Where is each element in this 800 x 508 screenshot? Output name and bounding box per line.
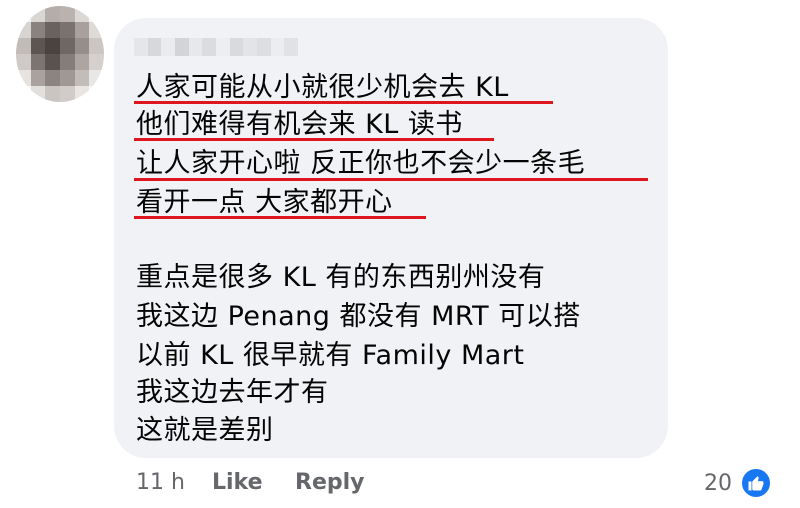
like-button[interactable]: Like [212, 468, 263, 498]
comment-line-5: 重点是很多 KL 有的东西别州没有 [136, 262, 546, 293]
comment-line-8: 我这边去年才有 [136, 377, 329, 408]
comment-line-7: 以前 KL 很早就有 Family Mart [136, 340, 525, 371]
reply-button[interactable]: Reply [295, 468, 365, 498]
comment-bubble: 人家可能从小就很少机会去 KL 他们难得有机会来 KL 读书 让人家开心啦 反正… [114, 18, 668, 458]
comment-line-9: 这就是差别 [136, 415, 274, 446]
comment-line-6: 我这边 Penang 都没有 MRT 可以搭 [136, 301, 581, 332]
comment-line-3: 让人家开心啦 反正你也不会少一条毛 [136, 148, 586, 179]
red-underline-1 [134, 101, 553, 104]
avatar[interactable] [16, 6, 104, 102]
red-underline-3 [134, 178, 648, 181]
red-underline-2 [134, 138, 494, 141]
comment-container: 人家可能从小就很少机会去 KL 他们难得有机会来 KL 读书 让人家开心啦 反正… [0, 0, 800, 508]
comment-timestamp[interactable]: 11 h [136, 468, 185, 498]
reactions-summary[interactable]: 20 [704, 466, 772, 500]
reaction-count: 20 [704, 470, 732, 496]
author-name-redacted[interactable] [134, 38, 299, 56]
red-underline-4 [134, 216, 426, 219]
thumbs-up-icon [740, 467, 772, 499]
